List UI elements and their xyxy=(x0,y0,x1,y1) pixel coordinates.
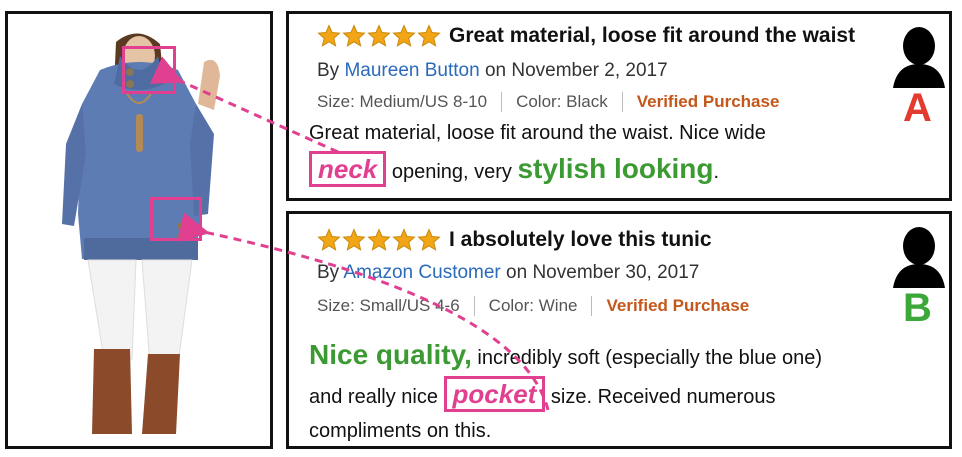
color-label[interactable]: Color: Wine xyxy=(489,296,578,316)
body-line: Nice quality, incredibly soft (especiall… xyxy=(309,338,822,375)
body-text: . xyxy=(713,161,720,183)
size-label: Size: Small/US 4-6 xyxy=(317,296,460,315)
review-title-row: I absolutely love this tunic xyxy=(317,228,712,252)
review-date: on November 30, 2017 xyxy=(506,262,700,283)
by-label: By xyxy=(317,60,340,81)
review-title[interactable]: Great material, loose fit around the wai… xyxy=(449,24,855,48)
divider xyxy=(621,92,623,112)
opinion-highlight: Nice quality, xyxy=(309,339,472,370)
review-body: Nice quality, incredibly soft (especiall… xyxy=(309,338,822,448)
star-rating xyxy=(317,24,441,48)
review-body: Great material, loose fit around the wai… xyxy=(309,116,766,189)
body-text: incredibly soft (especially the blue one… xyxy=(471,347,823,369)
star-rating xyxy=(317,228,441,252)
star-icon xyxy=(392,24,416,47)
body-line: neck opening, very stylish looking. xyxy=(309,151,766,189)
person-silhouette-icon xyxy=(893,227,945,288)
color-label[interactable]: Color: Black xyxy=(516,92,608,112)
star-icon xyxy=(417,24,441,47)
body-text: and really nice xyxy=(309,386,444,408)
review-meta: Size: Small/US 4-6 Color: Wine Verified … xyxy=(317,296,749,316)
by-label: By xyxy=(317,262,340,283)
review-date: on November 2, 2017 xyxy=(484,60,668,81)
review-title-row: Great material, loose fit around the wai… xyxy=(317,24,855,48)
review-title[interactable]: I absolutely love this tunic xyxy=(449,228,712,252)
divider xyxy=(473,296,475,316)
pocket-region-box xyxy=(150,197,202,241)
author-link[interactable]: Maureen Button xyxy=(344,60,479,81)
review-byline: By Amazon Customer on November 30, 2017 xyxy=(317,262,699,284)
body-text: opening, very xyxy=(386,161,518,183)
body-line: Great material, loose fit around the wai… xyxy=(309,122,766,144)
reviewer-label: B xyxy=(903,286,932,330)
body-line: compliments on this. xyxy=(309,420,492,442)
review-byline: By Maureen Button on November 2, 2017 xyxy=(317,60,668,82)
star-icon xyxy=(317,24,341,47)
size-label: Size: Medium/US 8-10 xyxy=(317,92,488,111)
divider xyxy=(591,296,593,316)
star-icon xyxy=(392,228,416,251)
opinion-highlight: stylish looking xyxy=(517,153,714,184)
person-silhouette-icon xyxy=(893,27,945,88)
star-icon xyxy=(342,24,366,47)
star-icon xyxy=(342,228,366,251)
review-card-a: Great material, loose fit around the wai… xyxy=(286,11,952,201)
star-icon xyxy=(317,228,341,251)
verified-purchase-badge: Verified Purchase xyxy=(636,92,780,111)
author-link[interactable]: Amazon Customer xyxy=(343,262,500,283)
star-icon xyxy=(367,24,391,47)
review-card-b: I absolutely love this tunic By Amazon C… xyxy=(286,211,952,449)
body-text: size. Received numerous xyxy=(545,386,776,408)
star-icon xyxy=(417,228,441,251)
verified-purchase-badge: Verified Purchase xyxy=(606,296,750,315)
reviewer-label: A xyxy=(903,86,932,130)
body-line: and really nice pocket size. Received nu… xyxy=(309,376,822,414)
divider xyxy=(501,92,503,112)
neck-region-box xyxy=(122,46,176,94)
aspect-highlight-neck: neck xyxy=(309,151,387,187)
aspect-highlight-pocket: pocket xyxy=(443,376,546,412)
review-meta: Size: Medium/US 8-10 Color: Black Verifi… xyxy=(317,92,779,112)
star-icon xyxy=(367,228,391,251)
